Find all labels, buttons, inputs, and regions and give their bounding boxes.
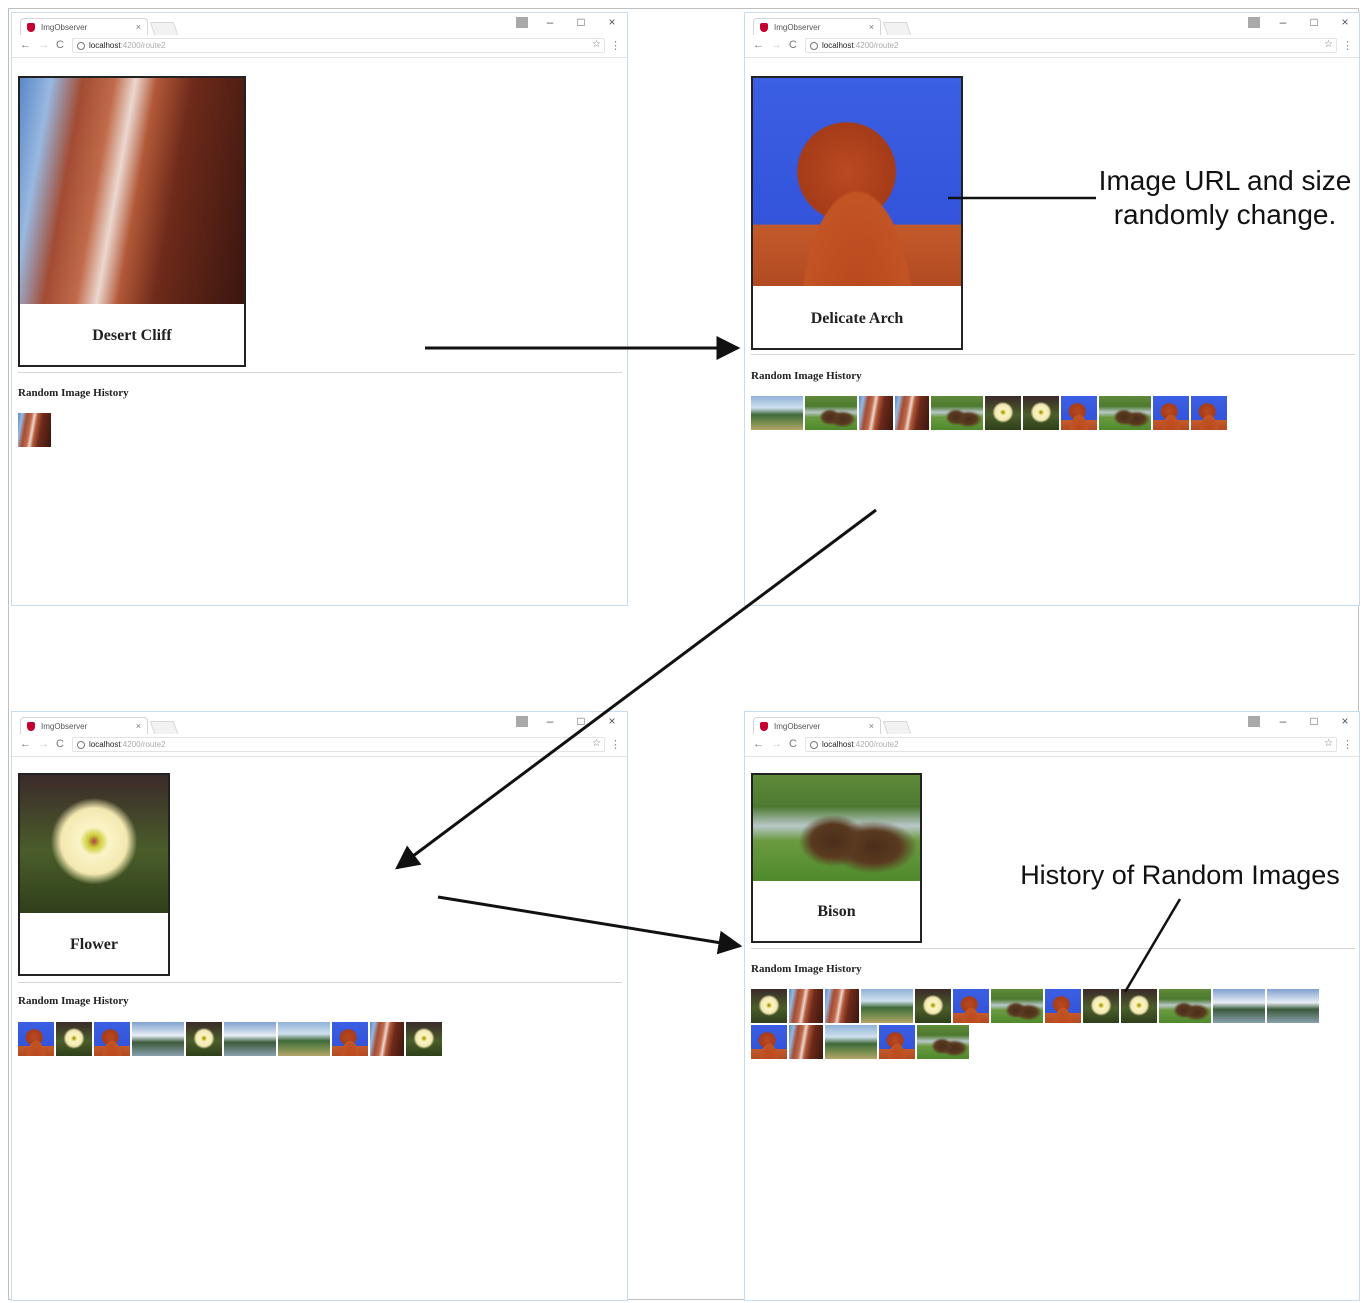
arrows-overlay — [395, 196, 1182, 993]
arrow-right-bottom — [437, 895, 743, 955]
arrow-diagonal — [395, 508, 877, 870]
leader-line-history — [1123, 898, 1182, 993]
